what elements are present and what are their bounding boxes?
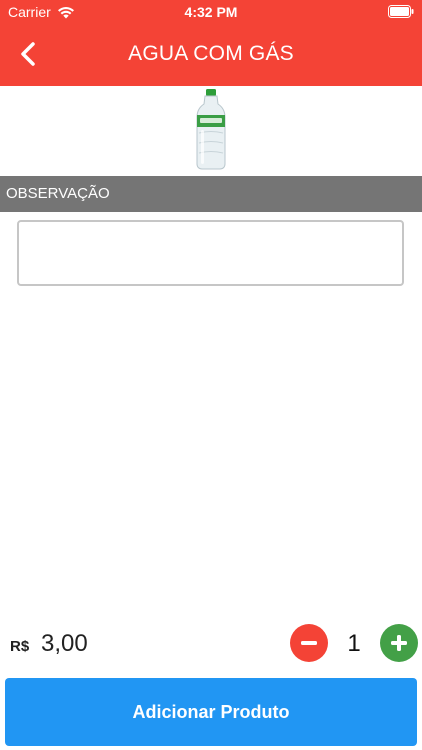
currency-label: R$	[10, 638, 30, 655]
page-title: AGUA COM GÁS	[128, 42, 294, 65]
price-value: 3,00	[41, 630, 88, 657]
decrease-quantity-button[interactable]	[290, 624, 328, 662]
minus-icon	[301, 641, 317, 645]
plus-icon	[391, 635, 407, 651]
status-time: 4:32 PM	[184, 4, 238, 20]
water-bottle-image	[194, 88, 228, 170]
app-header: AGUA COM GÁS	[0, 24, 422, 86]
increase-quantity-button[interactable]	[380, 624, 418, 662]
observation-field[interactable]	[17, 220, 404, 286]
observation-section-label: OBSERVAÇÃO	[0, 176, 422, 212]
price-row: R$ 3,00 1	[0, 620, 422, 668]
battery-icon	[388, 5, 414, 21]
quantity-value: 1	[347, 630, 361, 657]
status-bar: Carrier 4:32 PM	[0, 0, 422, 24]
add-product-button[interactable]: Adicionar Produto	[5, 678, 417, 746]
